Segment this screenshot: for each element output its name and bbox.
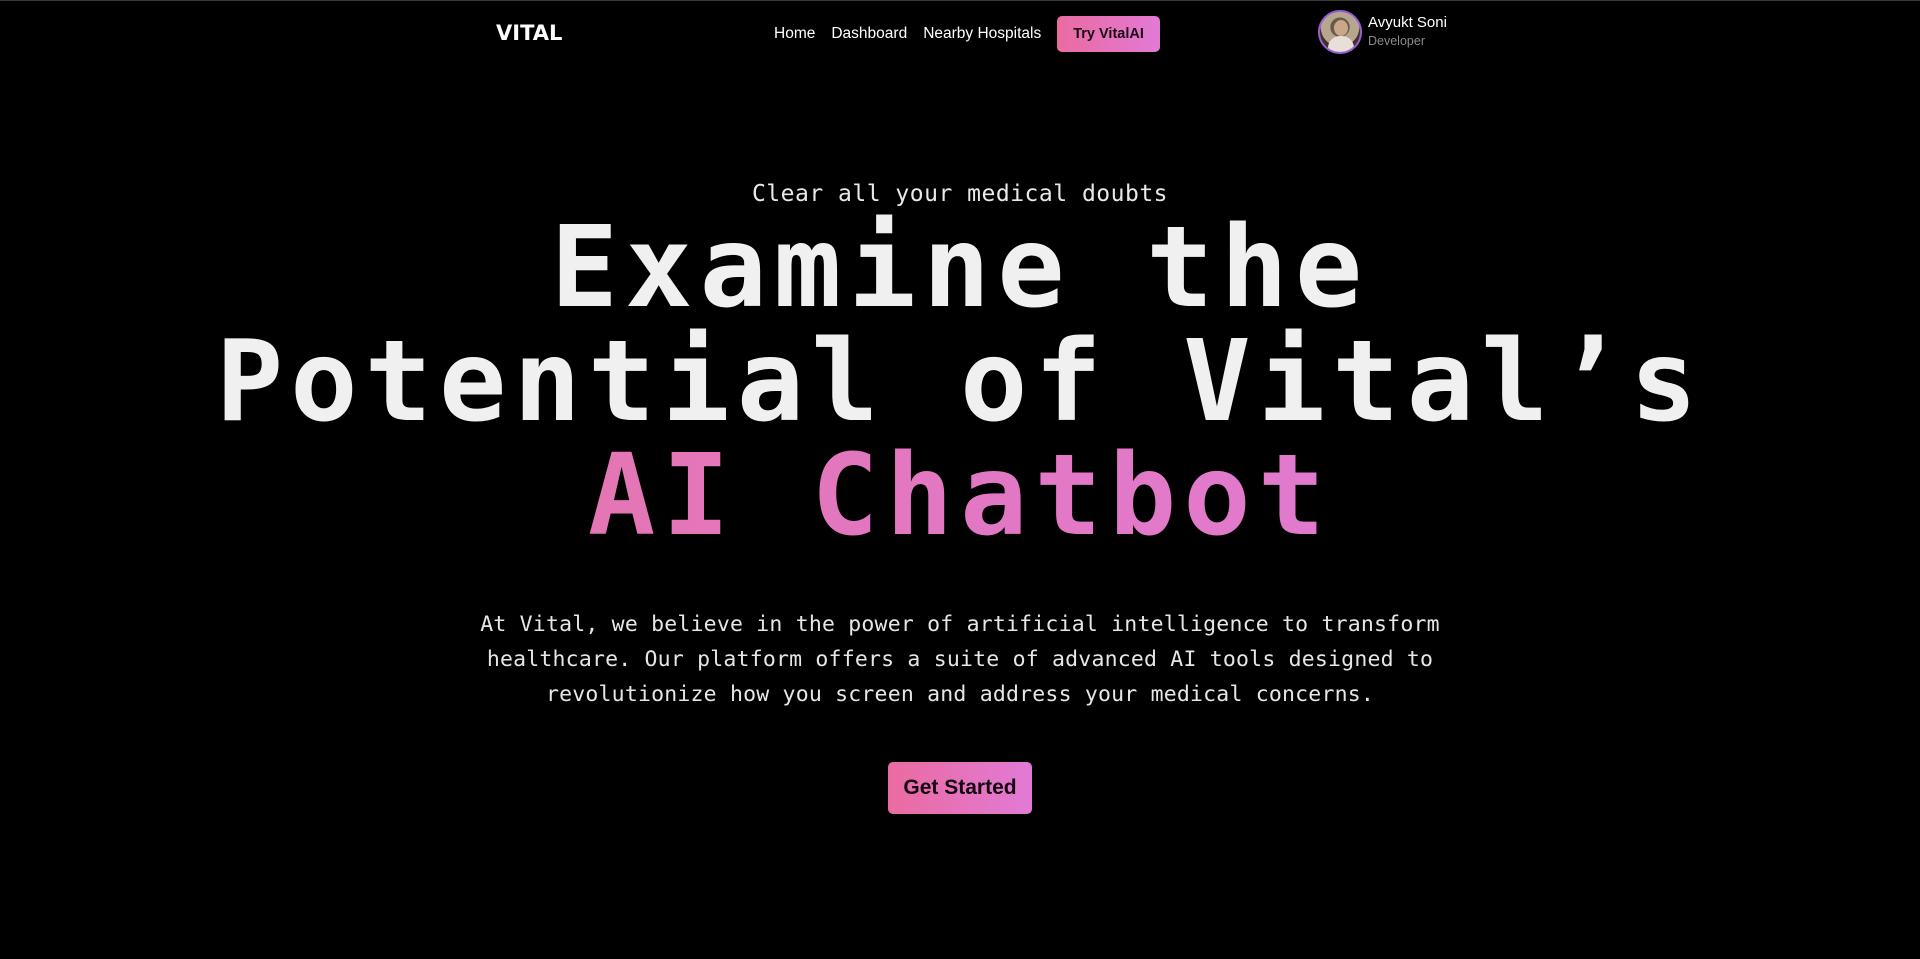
hero-headline: Examine the Potential of Vital’s AI Chat… xyxy=(0,211,1920,553)
nav-links: Home Dashboard Nearby Hospitals Try Vita… xyxy=(774,16,1160,52)
nav-link-dashboard[interactable]: Dashboard xyxy=(831,16,907,52)
user-profile[interactable]: Avyukt Soni Developer xyxy=(1318,10,1447,54)
avatar-body-shape xyxy=(1328,36,1354,52)
top-navbar: VITAL Home Dashboard Nearby Hospitals Tr… xyxy=(0,1,1920,67)
nav-link-home[interactable]: Home xyxy=(774,16,815,52)
avatar[interactable] xyxy=(1318,10,1362,54)
profile-name: Avyukt Soni xyxy=(1368,14,1447,32)
brand-logo[interactable]: VITAL xyxy=(496,21,562,45)
try-vitalai-button[interactable]: Try VitalAI xyxy=(1057,16,1160,52)
avatar-face-shape xyxy=(1334,20,1348,36)
landing-page: VITAL Home Dashboard Nearby Hospitals Tr… xyxy=(0,0,1920,959)
headline-line-1: Examine the xyxy=(550,203,1370,333)
nav-link-nearby-hospitals[interactable]: Nearby Hospitals xyxy=(923,16,1041,52)
get-started-button[interactable]: Get Started xyxy=(888,762,1032,814)
headline-line-3-gradient: AI Chatbot xyxy=(0,439,1920,553)
hero-description: At Vital, we believe in the power of art… xyxy=(480,612,1440,707)
headline-line-2: Potential of Vital’s xyxy=(215,317,1705,447)
profile-text: Avyukt Soni Developer xyxy=(1368,15,1447,48)
profile-role: Developer xyxy=(1368,33,1425,48)
